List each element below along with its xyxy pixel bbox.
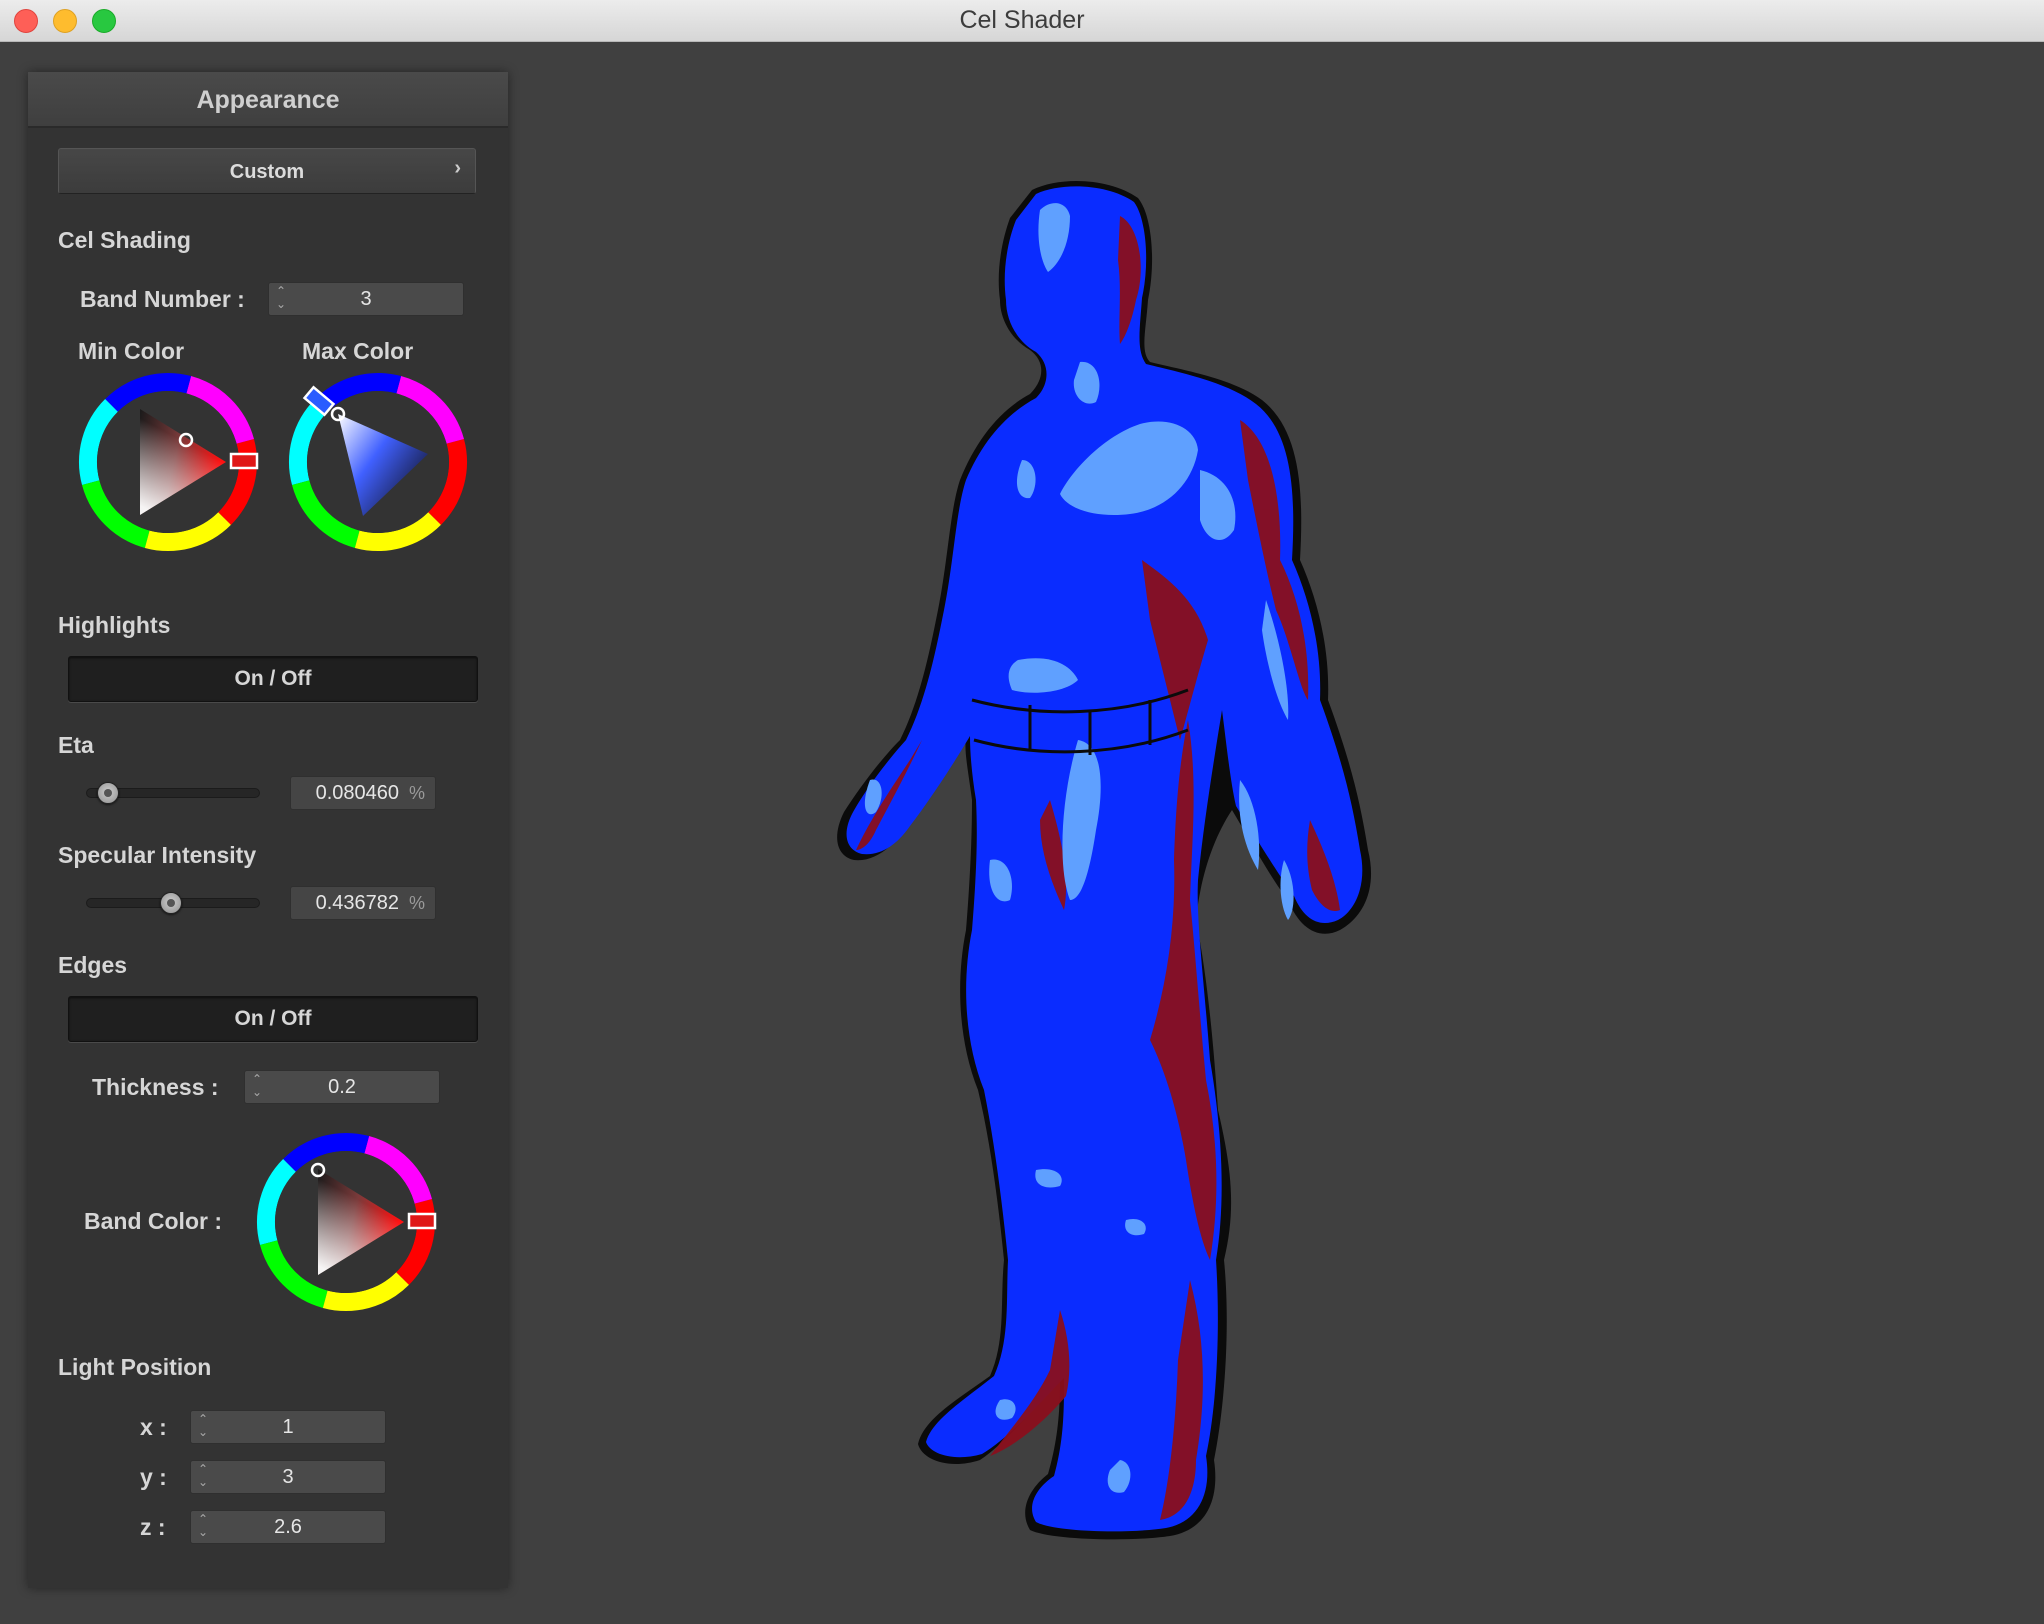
thickness-value: 0.2 [328, 1076, 356, 1098]
light-y-label: y : [140, 1464, 167, 1490]
eta-field[interactable]: 0.080460 % [290, 776, 436, 810]
cel-shading-heading: Cel Shading [58, 227, 191, 253]
appearance-panel: Appearance Custom › Cel Shading Band Num… [28, 72, 508, 1588]
hue-handle[interactable] [229, 452, 259, 470]
eta-value: 0.080460 [315, 782, 399, 804]
min-color-label: Min Color [78, 338, 185, 364]
preset-label: Custom [229, 161, 305, 183]
hue-handle[interactable] [407, 1212, 437, 1230]
specular-value: 0.436782 [315, 892, 399, 914]
light-x-label: x : [140, 1414, 167, 1440]
band-color-label: Band Color : [84, 1208, 222, 1234]
window-title: Cel Shader [959, 6, 1085, 34]
stepper-arrows-icon[interactable]: ⌃ ⌄ [197, 1513, 209, 1539]
specular-field[interactable]: 0.436782 % [290, 886, 436, 920]
light-y-value: 3 [282, 1466, 294, 1488]
max-color-wheel[interactable] [286, 370, 470, 554]
highlights-toggle-button[interactable]: On / Off [68, 656, 478, 702]
min-color-wheel[interactable] [76, 370, 260, 554]
edges-heading: Edges [58, 952, 128, 978]
stepper-arrows-icon[interactable]: ⌃ ⌄ [197, 1463, 209, 1489]
preset-button[interactable]: Custom › [58, 148, 476, 194]
light-z-label: z : [140, 1514, 166, 1540]
edges-toggle-button[interactable]: On / Off [68, 996, 478, 1042]
specular-intensity-label: Specular Intensity [58, 842, 257, 868]
max-color-label: Max Color [302, 338, 414, 364]
highlights-heading: Highlights [58, 612, 171, 638]
light-position-heading: Light Position [58, 1354, 212, 1380]
thickness-stepper[interactable]: ⌃ ⌄ 0.2 [244, 1070, 440, 1104]
render-viewport[interactable] [510, 42, 2044, 1624]
stepper-arrows-icon[interactable]: ⌃ ⌄ [275, 285, 287, 311]
band-number-stepper[interactable]: ⌃ ⌄ 3 [268, 282, 464, 316]
stepper-arrows-icon[interactable]: ⌃ ⌄ [197, 1413, 209, 1439]
specular-slider-knob[interactable] [159, 892, 182, 914]
eta-unit: % [408, 783, 425, 803]
light-x-value: 1 [282, 1416, 294, 1438]
stepper-arrows-icon[interactable]: ⌃ ⌄ [251, 1073, 263, 1099]
band-number-label: Band Number : [80, 286, 245, 312]
panel-header: Appearance [28, 72, 508, 128]
band-number-value: 3 [360, 288, 372, 310]
thickness-label: Thickness : [92, 1074, 219, 1100]
eta-label: Eta [58, 732, 94, 758]
eta-slider-knob[interactable] [96, 782, 119, 804]
cel-shaded-figure [837, 180, 1372, 1540]
light-z-stepper[interactable]: ⌃ ⌄ 2.6 [190, 1510, 386, 1544]
title-bar: Cel Shader [0, 0, 2044, 42]
light-x-stepper[interactable]: ⌃ ⌄ 1 [190, 1410, 386, 1444]
light-y-stepper[interactable]: ⌃ ⌄ 3 [190, 1460, 386, 1494]
specular-unit: % [408, 893, 425, 913]
band-color-wheel[interactable] [254, 1130, 438, 1314]
light-z-value: 2.6 [274, 1516, 302, 1538]
chevron-right-icon: › [454, 157, 461, 179]
